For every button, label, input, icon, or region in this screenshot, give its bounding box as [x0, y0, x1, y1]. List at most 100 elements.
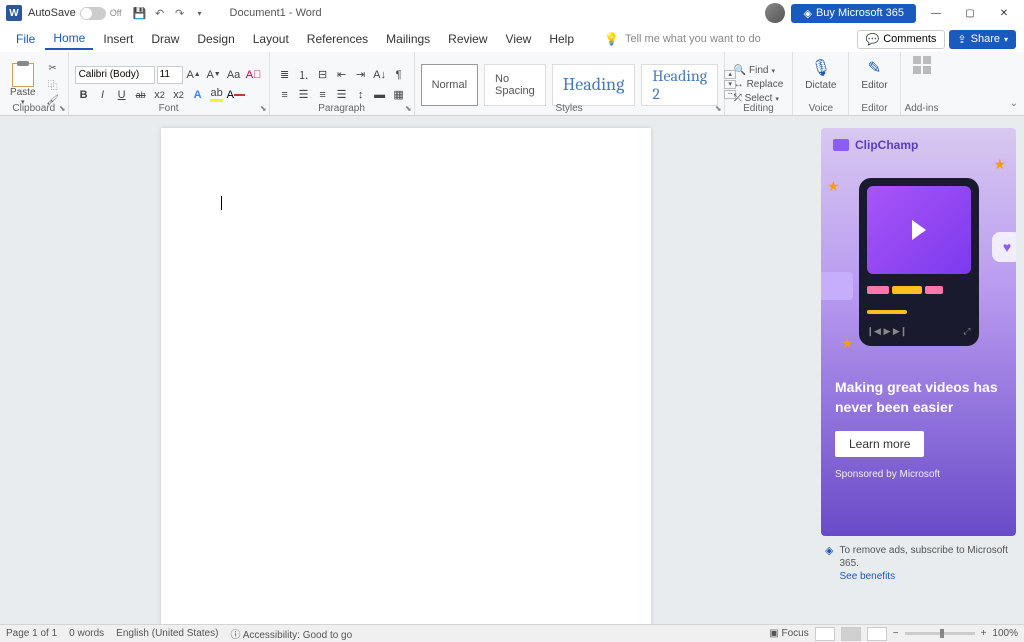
tab-review[interactable]: Review — [440, 29, 495, 49]
addins-button[interactable] — [907, 54, 937, 82]
italic-button[interactable]: I — [94, 86, 112, 104]
shading-button[interactable]: ▬ — [371, 86, 389, 104]
style-heading[interactable]: Heading — [552, 64, 636, 106]
tab-file[interactable]: File — [8, 29, 43, 49]
numbering-button[interactable]: ⒈ — [295, 66, 313, 84]
highlight-button[interactable]: ab — [208, 86, 226, 104]
borders-button[interactable]: ▦ — [390, 86, 408, 104]
clipboard-launcher-icon[interactable]: ⬊ — [59, 104, 66, 113]
ribbon: Paste ▾ ✂ ⿻ 🖌 Clipboard ⬊ A▲ A▼ Aa A⃠ — [0, 52, 1024, 116]
print-layout-button[interactable] — [841, 627, 861, 641]
buy-microsoft-365-button[interactable]: ◈ Buy Microsoft 365 — [791, 4, 916, 23]
play-icon — [912, 220, 926, 240]
style-no-spacing[interactable]: No Spacing — [484, 64, 546, 106]
tab-references[interactable]: References — [299, 29, 376, 49]
tab-design[interactable]: Design — [189, 29, 242, 49]
superscript-button[interactable]: x2 — [170, 86, 188, 104]
tab-home[interactable]: Home — [45, 28, 93, 50]
styles-launcher-icon[interactable]: ⬊ — [715, 104, 722, 113]
diamond-icon: ◈ — [825, 544, 833, 583]
web-layout-button[interactable] — [867, 627, 887, 641]
document-page[interactable] — [161, 128, 651, 624]
grow-font-button[interactable]: A▲ — [185, 66, 203, 84]
tab-help[interactable]: Help — [541, 29, 582, 49]
align-right-button[interactable]: ≡ — [314, 86, 332, 104]
subscript-button[interactable]: x2 — [151, 86, 169, 104]
chevron-down-icon: ▾ — [1004, 35, 1008, 44]
bold-button[interactable]: B — [75, 86, 93, 104]
copy-button[interactable]: ⿻ — [44, 78, 62, 92]
share-button[interactable]: ⇪ Share ▾ — [949, 30, 1016, 49]
status-words[interactable]: 0 words — [69, 628, 104, 639]
align-left-button[interactable]: ≡ — [276, 86, 294, 104]
style-heading2[interactable]: Heading 2 — [641, 64, 718, 106]
paragraph-launcher-icon[interactable]: ⬊ — [405, 104, 412, 113]
text-effects-button[interactable]: A — [189, 86, 207, 104]
tab-layout[interactable]: Layout — [245, 29, 297, 49]
paste-button[interactable]: Paste ▾ — [6, 61, 40, 108]
toggle-switch-icon[interactable] — [80, 7, 106, 20]
style-normal[interactable]: Normal — [421, 64, 478, 106]
editor-button[interactable]: ✎ Editor — [855, 54, 893, 93]
cut-button[interactable]: ✂ — [44, 62, 62, 76]
tab-mailings[interactable]: Mailings — [378, 29, 438, 49]
ribbon-group-paragraph: ≣ ⒈ ⊟ ⇤ ⇥ A↓ ¶ ≡ ☰ ≡ ☰ ↕ ▬ ▦ — [270, 52, 415, 115]
learn-more-button[interactable]: Learn more — [835, 431, 924, 457]
menu-bar: File Home Insert Draw Design Layout Refe… — [0, 26, 1024, 52]
maximize-button[interactable]: ▢ — [956, 3, 984, 23]
dictate-button[interactable]: 🎙 Dictate — [799, 54, 842, 93]
see-benefits-link[interactable]: See benefits — [839, 571, 895, 582]
close-button[interactable]: ✕ — [990, 3, 1018, 23]
bullets-button[interactable]: ≣ — [276, 66, 294, 84]
font-color-button[interactable]: A — [227, 86, 245, 104]
autosave-toggle[interactable]: AutoSave Off — [28, 7, 122, 20]
strikethrough-button[interactable]: ab — [132, 86, 150, 104]
sort-button[interactable]: A↓ — [371, 66, 389, 84]
comments-button[interactable]: 💬 Comments — [857, 30, 946, 49]
tab-insert[interactable]: Insert — [95, 29, 141, 49]
tell-me-search[interactable]: 💡 Tell me what you want to do — [604, 32, 761, 46]
replace-button[interactable]: ↔Replace — [731, 78, 787, 91]
zoom-level[interactable]: 100% — [992, 628, 1018, 639]
tab-draw[interactable]: Draw — [143, 29, 187, 49]
decrease-indent-button[interactable]: ⇤ — [333, 66, 351, 84]
shrink-font-button[interactable]: A▼ — [205, 66, 223, 84]
document-canvas[interactable] — [0, 116, 812, 624]
line-spacing-button[interactable]: ↕ — [352, 86, 370, 104]
justify-button[interactable]: ☰ — [333, 86, 351, 104]
diamond-icon: ◈ — [803, 7, 811, 20]
font-size-input[interactable] — [157, 66, 183, 84]
align-center-button[interactable]: ☰ — [295, 86, 313, 104]
status-page[interactable]: Page 1 of 1 — [6, 628, 57, 639]
clear-formatting-button[interactable]: A⃠ — [245, 66, 263, 84]
status-language[interactable]: English (United States) — [116, 628, 218, 639]
font-name-input[interactable] — [75, 66, 155, 84]
zoom-in-button[interactable]: + — [981, 628, 987, 639]
change-case-button[interactable]: Aa — [225, 66, 243, 84]
font-launcher-icon[interactable]: ⬊ — [260, 104, 267, 113]
save-icon[interactable]: 💾 — [130, 3, 150, 23]
redo-icon[interactable]: ↷ — [170, 3, 190, 23]
ad-brand: ClipChamp — [855, 138, 918, 152]
zoom-slider[interactable] — [905, 632, 975, 635]
multilevel-list-button[interactable]: ⊟ — [314, 66, 332, 84]
find-button[interactable]: 🔍Find▾ — [731, 64, 787, 77]
user-avatar[interactable] — [765, 3, 785, 23]
underline-button[interactable]: U — [113, 86, 131, 104]
zoom-out-button[interactable]: − — [893, 628, 899, 639]
increase-indent-button[interactable]: ⇥ — [352, 66, 370, 84]
collapse-ribbon-icon[interactable]: ⌄ — [1010, 98, 1018, 109]
show-marks-button[interactable]: ¶ — [390, 66, 408, 84]
clipchamp-icon — [833, 139, 849, 151]
undo-icon[interactable]: ↶ — [150, 3, 170, 23]
ad-card: ClipChamp ★ ★ ★ ❙◀ ▶ ▶❙⤢ ♥ — [821, 128, 1016, 536]
qat-dropdown-icon[interactable]: ▾ — [190, 3, 210, 23]
side-ad-panel: ClipChamp ★ ★ ★ ❙◀ ▶ ▶❙⤢ ♥ — [821, 128, 1016, 591]
minimize-button[interactable]: ― — [922, 3, 950, 23]
read-mode-button[interactable] — [815, 627, 835, 641]
heart-icon: ♥ — [992, 232, 1016, 262]
tab-view[interactable]: View — [498, 29, 540, 49]
focus-mode-button[interactable]: ▣ Focus — [769, 628, 808, 639]
clipboard-icon — [12, 63, 34, 87]
status-accessibility[interactable]: ⓘ Accessibility: Good to go — [230, 626, 352, 641]
